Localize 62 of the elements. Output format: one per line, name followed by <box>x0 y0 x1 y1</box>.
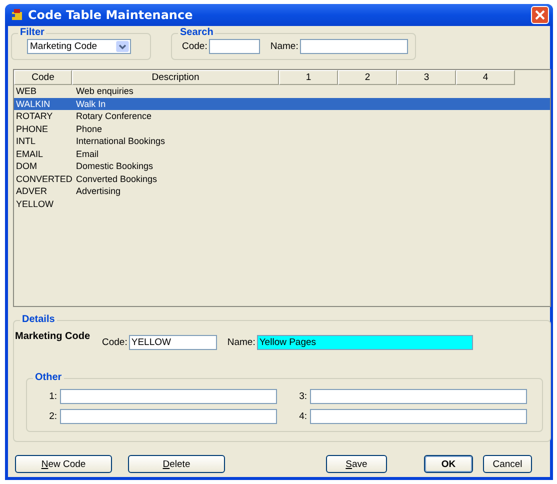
column-header[interactable]: 1 <box>279 70 338 85</box>
app-icon <box>10 8 24 22</box>
dialog-button[interactable]: OK <box>424 455 473 473</box>
field-label: Name: <box>270 41 298 52</box>
other-field[interactable] <box>310 409 527 424</box>
close-button[interactable] <box>531 6 549 24</box>
dialog-button[interactable]: Save <box>326 455 387 473</box>
table-cell-text: Phone <box>75 124 104 134</box>
other-field[interactable] <box>60 389 277 404</box>
table-cell-text: INTL <box>15 136 37 146</box>
name-search-field[interactable] <box>300 39 408 54</box>
filter-dropdown[interactable]: Marketing Code <box>27 39 131 54</box>
window-title: Code Table Maintenance <box>28 8 194 22</box>
code-search-field[interactable] <box>209 39 260 54</box>
table-row[interactable]: ADVER Advertising <box>14 185 550 198</box>
table-row[interactable]: DOM Domestic Bookings <box>14 160 550 172</box>
table-cell-text: Walk In <box>75 98 107 109</box>
table-cell-text: WEB <box>15 86 38 96</box>
table-cell-text: YELLOW <box>15 198 55 209</box>
column-header[interactable]: Code <box>14 70 72 85</box>
field-label: Name: <box>227 337 256 348</box>
table-cell-text: Converted Bookings <box>75 174 158 184</box>
table-cell-text: International Bookings <box>75 136 166 146</box>
field-label: 2: <box>49 411 57 422</box>
column-header[interactable]: 2 <box>338 70 397 85</box>
table-cell-text: Email <box>75 148 100 159</box>
table-cell-text: CONVERTED <box>15 174 74 184</box>
field-label: 4: <box>299 411 307 422</box>
table-cell-text: Web enquiries <box>75 86 134 96</box>
table-row[interactable]: EMAIL Email <box>14 148 550 160</box>
table-row[interactable]: WALKIN Walk In <box>14 98 550 110</box>
dialog-button[interactable]: New Code <box>15 455 112 473</box>
table-row[interactable]: WEB Web enquiries <box>14 85 550 98</box>
column-header[interactable]: 4 <box>456 70 515 85</box>
field-label: 3: <box>299 391 307 402</box>
table-cell-text: Advertising <box>75 186 122 196</box>
code-field[interactable]: YELLOW <box>129 335 218 350</box>
dialog-button[interactable]: Delete <box>128 455 225 473</box>
table-cell-text: Domestic Bookings <box>75 161 154 172</box>
column-header[interactable]: 3 <box>397 70 456 85</box>
dialog-button[interactable]: Cancel <box>483 455 532 473</box>
table-cell-text: Rotary Conference <box>75 111 153 122</box>
column-header[interactable]: Description <box>72 70 279 85</box>
table-cell-text: WALKIN <box>15 98 52 109</box>
table-row[interactable]: PHONE Phone <box>14 122 550 135</box>
name-field[interactable]: Yellow Pages <box>257 335 474 350</box>
table-row[interactable]: ROTARY Rotary Conference <box>14 110 550 122</box>
table-cell-text: PHONE <box>15 124 50 134</box>
other-field[interactable] <box>60 409 277 424</box>
close-icon <box>535 10 545 20</box>
field-label: 1: <box>49 391 57 402</box>
field-label: Code: <box>102 337 128 348</box>
field-label: Code: <box>182 41 208 52</box>
other-field[interactable] <box>310 389 527 404</box>
section-heading: Marketing Code <box>15 331 92 342</box>
table-cell-text: EMAIL <box>15 148 44 159</box>
table-row[interactable]: CONVERTED Converted Bookings <box>14 172 550 185</box>
table-row[interactable]: INTL International Bookings <box>14 135 550 148</box>
table-row[interactable]: YELLOW <box>14 198 550 210</box>
table-cell-text: ADVER <box>15 186 48 196</box>
table-cell-text: ROTARY <box>15 111 54 122</box>
table-cell-text: DOM <box>15 161 38 172</box>
